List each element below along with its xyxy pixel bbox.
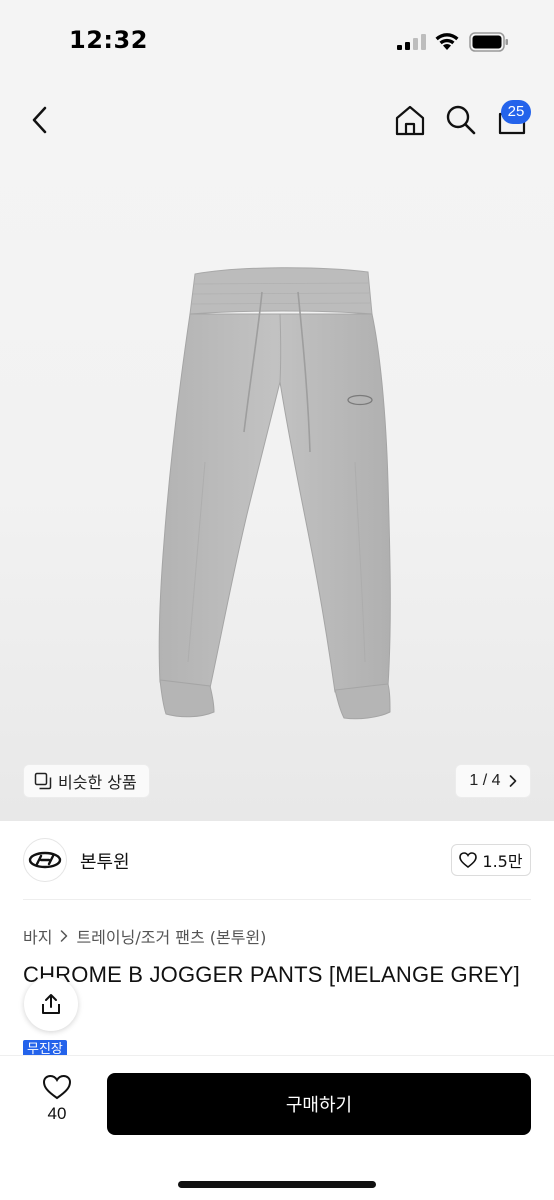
wishlist-count: 40 xyxy=(47,1104,67,1123)
heart-icon xyxy=(42,1074,72,1100)
page-indicator-text: 1 / 4 xyxy=(469,772,501,789)
cellular-signal-icon xyxy=(397,34,426,50)
wishlist-button[interactable]: 40 xyxy=(32,1074,82,1130)
image-page-indicator[interactable]: 1 / 4 xyxy=(455,764,531,798)
wifi-icon xyxy=(435,33,459,50)
back-button[interactable] xyxy=(22,102,58,138)
product-photo-jogger-pants xyxy=(158,267,391,720)
product-title: CHROME B JOGGER PANTS [MELANGE GREY] xyxy=(23,962,520,987)
copy-icon xyxy=(34,772,52,790)
share-button[interactable] xyxy=(24,977,78,1031)
heart-icon xyxy=(459,852,478,868)
brand-name[interactable]: 본투윈 xyxy=(80,848,130,874)
home-icon[interactable] xyxy=(392,102,428,138)
status-bar: 12:32 xyxy=(0,0,554,84)
breadcrumb-item-category[interactable]: 바지 xyxy=(23,924,52,948)
cart-count-badge: 25 xyxy=(501,100,531,124)
breadcrumb-item-subcategory[interactable]: 트레이닝/조거 팬츠 (본투윈) xyxy=(76,924,266,948)
chevron-right-icon xyxy=(509,775,516,787)
divider xyxy=(23,899,531,900)
home-indicator xyxy=(178,1181,376,1188)
chevron-right-icon xyxy=(61,930,68,942)
brand-like-button[interactable]: 1.5만 xyxy=(451,844,531,876)
battery-icon xyxy=(469,32,508,52)
similar-products-button[interactable]: 비슷한 상품 xyxy=(23,764,150,798)
brand-like-count: 1.5만 xyxy=(482,852,523,871)
share-icon xyxy=(42,994,60,1014)
status-time: 12:32 xyxy=(69,26,148,54)
brand-logo[interactable] xyxy=(23,838,67,882)
brand-emblem-icon xyxy=(28,851,62,869)
similar-products-label: 비슷한 상품 xyxy=(58,773,137,792)
buy-button[interactable]: 구매하기 xyxy=(107,1073,531,1135)
search-icon[interactable] xyxy=(443,102,479,138)
breadcrumb: 바지 트레이닝/조거 팬츠 (본투윈) xyxy=(23,924,266,948)
chevron-left-icon xyxy=(32,106,47,134)
